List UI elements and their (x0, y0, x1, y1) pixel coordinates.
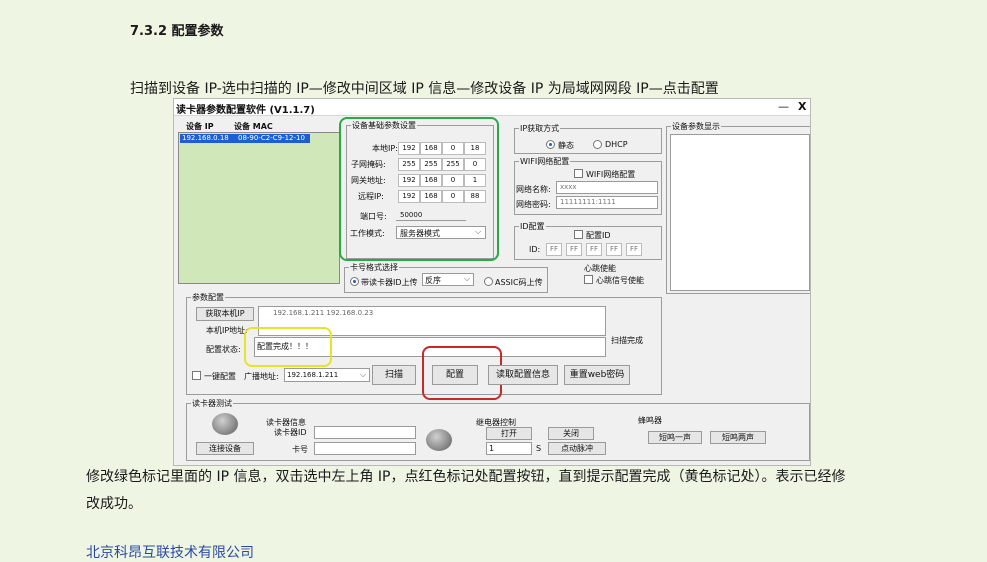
heartbeat-label: 心跳信号使能 (596, 276, 644, 285)
wifi-title: WIFI网络配置 (519, 156, 571, 167)
id-config-title: ID配置 (519, 221, 546, 232)
broadcast-value: 192.168.1.211 (287, 371, 339, 379)
ip-method-group: IP获取方式 (514, 123, 662, 154)
device-row[interactable]: 192.168.0.18 08-90-C2-C9-12-10 (180, 134, 310, 143)
card-format-title: 卡号格式选择 (349, 262, 399, 273)
reader-id-label: 读卡器ID (274, 428, 307, 437)
device-list[interactable]: 192.168.0.18 08-90-C2-C9-12-10 (178, 132, 340, 284)
scan-status: 扫描完成 (611, 336, 643, 345)
reader-id-field[interactable] (314, 426, 416, 439)
close-button[interactable]: X (798, 100, 806, 113)
wifi-password-value: 11111111:1111 (560, 198, 616, 206)
relay-close-button[interactable]: 关闭 (548, 427, 594, 440)
heartbeat-checkbox[interactable] (584, 275, 593, 284)
green-annotation (339, 117, 499, 261)
order-select[interactable]: 反序 ⌵ (422, 273, 474, 286)
minimize-button[interactable]: — (778, 100, 789, 113)
buzzer-title: 蜂鸣器 (638, 416, 662, 425)
relay-open-button[interactable]: 打开 (486, 427, 532, 440)
device-row-ip: 192.168.0.18 (182, 134, 229, 142)
relay-duration-unit: S (536, 444, 542, 453)
with-id-radio[interactable] (350, 277, 359, 286)
card-number-label: 卡号 (292, 445, 308, 454)
yellow-annotation (244, 327, 332, 367)
card-number-field[interactable] (314, 442, 416, 455)
scan-button[interactable]: 扫描 (372, 365, 416, 385)
ascii-radio[interactable] (484, 277, 493, 286)
get-local-ip-button[interactable]: 获取本机IP (196, 307, 254, 321)
one-key-label: 一键配置 (204, 372, 236, 381)
ssid-label: 网络名称: (516, 185, 551, 194)
title-bar: 读卡器参数配置软件 (V1.1.7) — X (174, 99, 810, 116)
broadcast-label: 广播地址: (244, 372, 279, 381)
with-id-label: 带读卡器ID上传 (361, 278, 418, 287)
config-status-label: 配置状态: (206, 345, 241, 354)
id-config-checkbox[interactable] (574, 230, 583, 239)
heartbeat-title: 心跳使能 (584, 264, 616, 273)
company-footer: 北京科昂互联技术有限公司 (86, 545, 254, 561)
ssid-field[interactable]: xxxx (556, 181, 658, 194)
col-device-ip: 设备 IP (186, 122, 214, 131)
beep-once-button[interactable]: 短鸣一声 (648, 431, 702, 444)
col-device-mac: 设备 MAC (234, 122, 273, 131)
broadcast-select[interactable]: 192.168.1.211 ⌵ (284, 368, 370, 382)
order-value: 反序 (425, 276, 441, 285)
id-byte[interactable]: FF (586, 243, 602, 256)
wifi-password-label: 网络密码: (516, 200, 551, 209)
intro-text: 扫描到设备 IP-选中扫描的 IP—修改中间区域 IP 信息—修改设备 IP 为… (130, 81, 719, 97)
dhcp-label: DHCP (605, 140, 628, 149)
app-window: 读卡器参数配置软件 (V1.1.7) — X 设备 IP 设备 MAC 192.… (173, 98, 811, 466)
wifi-checkbox-label: WIFI网络配置 (586, 170, 636, 179)
instruction-paragraph-end: 改成功。 (86, 496, 142, 512)
id-byte[interactable]: FF (566, 243, 582, 256)
static-label: 静态 (558, 141, 574, 150)
device-display-area[interactable] (670, 134, 810, 291)
status-led (212, 413, 238, 435)
connect-device-button[interactable]: 连接设备 (196, 442, 254, 455)
static-radio[interactable] (546, 140, 555, 149)
id-byte[interactable]: FF (546, 243, 562, 256)
chevron-down-icon: ⌵ (464, 274, 471, 283)
section-heading: 7.3.2 配置参数 (130, 24, 224, 39)
ssid-value: xxxx (560, 183, 577, 191)
reset-web-password-button[interactable]: 重置web密码 (564, 365, 630, 385)
jog-pulse-button[interactable]: 点动脉冲 (548, 442, 606, 455)
wifi-password-field[interactable]: 11111111:1111 (556, 196, 658, 209)
id-label: ID: (529, 245, 541, 254)
one-key-checkbox[interactable] (192, 371, 201, 380)
device-display-title: 设备参数显示 (671, 121, 721, 132)
beep-twice-button[interactable]: 短鸣两声 (710, 431, 766, 444)
wifi-checkbox[interactable] (574, 169, 583, 178)
id-byte[interactable]: FF (626, 243, 642, 256)
chevron-down-icon: ⌵ (360, 370, 367, 379)
local-ip-address-label: 本机IP地址: (206, 326, 248, 335)
read-config-button[interactable]: 读取配置信息 (488, 365, 558, 385)
ip-method-title: IP获取方式 (519, 123, 561, 134)
device-row-mac: 08-90-C2-C9-12-10 (238, 134, 305, 142)
relay-duration-value: 1 (489, 444, 495, 453)
dhcp-radio[interactable] (593, 140, 602, 149)
instruction-paragraph: 修改绿色标记里面的 IP 信息，双击选中左上角 IP，点红色标记处配置按钮，直到… (86, 469, 846, 485)
ascii-label: ASSIC码上传 (495, 278, 543, 287)
id-byte[interactable]: FF (606, 243, 622, 256)
params-title: 参数配置 (191, 292, 225, 303)
card-led (426, 429, 452, 451)
window-title: 读卡器参数配置软件 (V1.1.7) (176, 105, 315, 116)
local-ip-list-value: 192.168.1.211 192.168.0.23 (273, 309, 374, 317)
relay-duration-field[interactable]: 1 (486, 442, 532, 455)
id-config-checkbox-label: 配置ID (586, 231, 611, 240)
reader-test-title: 读卡器测试 (191, 398, 233, 409)
